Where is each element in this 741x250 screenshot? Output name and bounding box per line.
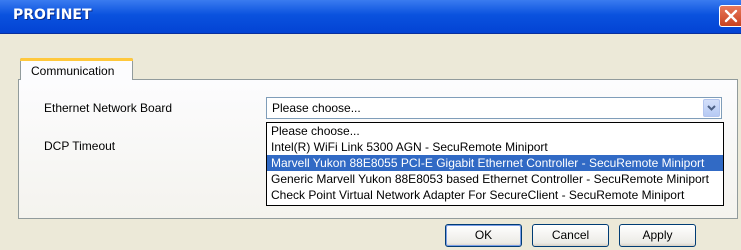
title-bar[interactable]: PROFINET	[0, 0, 741, 34]
tab-communication[interactable]: Communication	[20, 58, 133, 80]
dialog-content: Communication Ethernet Network Board DCP…	[0, 33, 741, 250]
window-title: PROFINET	[13, 7, 92, 23]
cancel-button[interactable]: Cancel	[532, 224, 609, 247]
ethernet-board-label: Ethernet Network Board	[44, 101, 173, 115]
dcp-timeout-label: DCP Timeout	[44, 139, 116, 153]
ok-button[interactable]: OK	[445, 224, 522, 247]
apply-button[interactable]: Apply	[619, 224, 696, 247]
dropdown-option[interactable]: Check Point Virtual Network Adapter For …	[267, 187, 723, 203]
dropdown-option[interactable]: Intel(R) WiFi Link 5300 AGN - SecuRemote…	[267, 139, 723, 155]
ethernet-board-dropdown-list: Please choose... Intel(R) WiFi Link 5300…	[266, 122, 724, 206]
dropdown-option[interactable]: Generic Marvell Yukon 88E8053 based Ethe…	[267, 171, 723, 187]
chevron-down-icon	[707, 105, 716, 111]
tab-label: Communication	[31, 64, 115, 78]
dropdown-option[interactable]: Please choose...	[267, 123, 723, 139]
dropdown-button[interactable]	[703, 99, 720, 117]
ethernet-board-select[interactable]: Please choose...	[266, 97, 722, 119]
ethernet-board-value: Please choose...	[272, 101, 361, 115]
close-icon	[724, 9, 738, 23]
close-button[interactable]	[719, 5, 741, 27]
dropdown-option-selected[interactable]: Marvell Yukon 88E8055 PCI-E Gigabit Ethe…	[267, 155, 723, 171]
